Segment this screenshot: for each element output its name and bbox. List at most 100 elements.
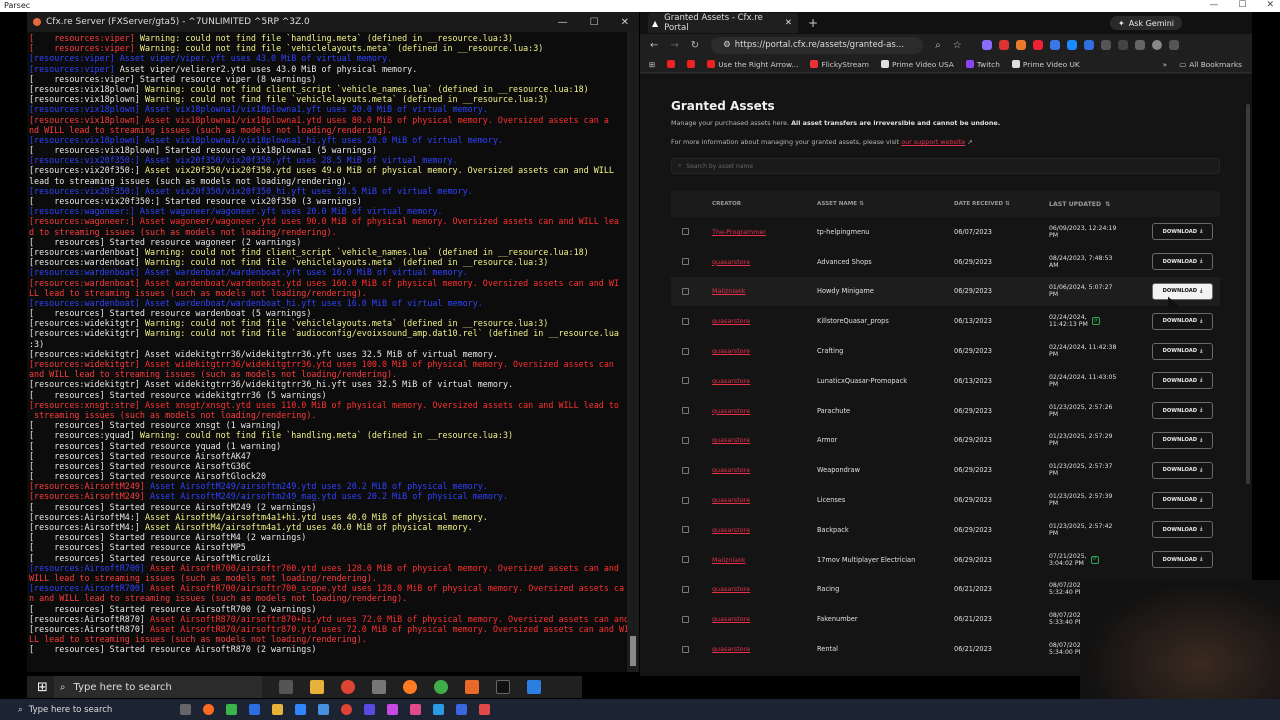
console-scrollbar[interactable] [627,32,639,672]
site-info-icon[interactable]: ⚙ [723,40,731,50]
creator-link[interactable]: quasarstore [712,645,750,653]
bookmark-item[interactable]: FlickyStream [810,60,869,69]
download-icon[interactable] [1134,40,1145,50]
download-button[interactable]: DOWNLOAD⤓ [1152,223,1213,241]
extension-icon[interactable] [998,40,1009,50]
side-panel-icon[interactable] [1117,40,1128,50]
bookmark-item[interactable]: Prime Video UK [1011,60,1080,69]
extension-icon[interactable] [1015,40,1026,50]
new-tab-icon[interactable]: + [808,16,818,30]
row-checkbox[interactable] [682,317,689,325]
creator-link[interactable]: quasarstore [712,496,750,504]
bookmark-star-icon[interactable]: ☆ [953,40,962,51]
creator-link[interactable]: quasarstore [712,258,750,266]
back-icon[interactable]: ← [650,40,658,51]
creator-link[interactable]: quasarstore [712,317,750,325]
bookmark-item[interactable]: Prime Video USA [881,60,954,69]
forward-icon[interactable]: → [670,40,678,51]
creator-link[interactable]: quasarstore [712,466,750,474]
row-checkbox[interactable] [682,287,689,295]
row-checkbox[interactable] [682,615,689,623]
maximize-icon[interactable]: ☐ [1238,0,1246,12]
chrome-icon[interactable] [433,680,448,694]
tab-granted-assets[interactable]: ▲ Granted Assets - Cfx.re Portal ✕ [648,13,798,33]
app-icon[interactable] [318,704,329,715]
app-icon[interactable] [371,680,386,694]
support-website-link[interactable]: our support website [901,138,965,146]
app-icon[interactable] [387,704,398,715]
extension-icon[interactable] [981,40,992,50]
more-bookmarks-icon[interactable]: » [1163,60,1168,69]
download-button[interactable]: DOWNLOAD⤓ [1152,461,1213,479]
console-maximize-icon[interactable]: ☐ [590,17,599,28]
app-icon[interactable] [456,704,467,715]
row-checkbox[interactable] [682,466,689,474]
row-checkbox[interactable] [682,496,689,504]
console-close-icon[interactable]: ✕ [621,17,629,28]
download-button[interactable]: DOWNLOAD⤓ [1152,372,1213,390]
row-checkbox[interactable] [682,436,689,444]
extension-icon[interactable] [1032,40,1043,50]
row-checkbox[interactable] [682,228,689,236]
creator-link[interactable]: The-Programmer [712,228,766,236]
row-checkbox[interactable] [682,258,689,266]
minimize-icon[interactable]: — [1209,0,1218,12]
extension-icon[interactable] [1049,40,1060,50]
vscode-icon[interactable] [526,680,541,694]
extension-icon[interactable] [1083,40,1094,50]
row-checkbox[interactable] [682,585,689,593]
app-icon[interactable] [410,704,421,715]
app-icon[interactable] [226,704,237,715]
local-taskbar-search[interactable]: ⌕ Type here to search [18,699,168,720]
bookmark-item[interactable]: Twitch [965,60,1000,69]
profile-icon[interactable] [1151,40,1162,50]
row-checkbox[interactable] [682,526,689,534]
download-button[interactable]: DOWNLOAD⤓ [1152,402,1213,420]
app-icon[interactable] [364,704,375,715]
download-button[interactable]: DOWNLOAD⤓ [1152,342,1213,360]
app-icon[interactable] [249,704,260,715]
task-view-icon[interactable] [180,704,191,715]
chrome-icon[interactable] [340,680,355,694]
creator-link[interactable]: quasarstore [712,436,750,444]
zoom-icon[interactable]: ⌕ [935,40,941,51]
task-view-icon[interactable] [278,680,293,694]
terminal-icon[interactable] [495,680,510,694]
page-scrollbar[interactable] [1246,104,1250,484]
extension-icon[interactable] [1066,40,1077,50]
row-checkbox[interactable] [682,556,689,564]
column-last-updated[interactable]: LAST UPDATED ⇅ [1049,201,1145,208]
creator-link[interactable]: quasarstore [712,585,750,593]
creator-link[interactable]: quasarstore [712,526,750,534]
row-checkbox[interactable] [682,407,689,415]
column-date-received[interactable]: DATE RECEIVED ⇅ [954,201,1049,207]
app-icon[interactable] [464,680,479,694]
row-checkbox[interactable] [682,645,689,653]
console-minimize-icon[interactable]: — [558,17,568,28]
firefox-icon[interactable] [402,680,417,694]
creator-link[interactable]: Malizniakk [712,556,745,564]
youtube-bookmark-icon[interactable] [687,60,696,68]
download-button[interactable]: DOWNLOAD⤓ [1152,551,1213,569]
row-checkbox[interactable] [682,347,689,355]
taskbar-search[interactable]: ⌕ Type here to search [53,676,262,698]
app-icon[interactable] [295,704,306,715]
download-button[interactable]: DOWNLOAD⤓ [1152,491,1213,509]
firefox-icon[interactable] [203,704,214,715]
creator-link[interactable]: quasarstore [712,407,750,415]
apps-grid-icon[interactable]: ⊞ [649,60,655,69]
menu-icon[interactable] [1168,40,1179,50]
creator-link[interactable]: quasarstore [712,615,750,623]
app-icon[interactable] [479,704,490,715]
download-button[interactable]: DOWNLOAD⤓ [1152,282,1213,300]
creator-link[interactable]: Malizniakk [712,287,745,295]
asset-search-input[interactable]: ⌕ Search by asset name [671,158,1220,174]
ask-gemini-button[interactable]: ✦ Ask Gemini [1110,16,1182,30]
download-button[interactable]: DOWNLOAD⤓ [1152,312,1213,330]
console-scroll-thumb[interactable] [630,636,636,666]
file-explorer-icon[interactable] [272,704,283,715]
youtube-bookmark-icon[interactable] [667,60,676,68]
extensions-puzzle-icon[interactable] [1100,40,1111,50]
bookmark-item[interactable]: Use the Right Arrow... [707,60,798,69]
column-asset-name[interactable]: ASSET NAME ⇅ [817,201,954,207]
